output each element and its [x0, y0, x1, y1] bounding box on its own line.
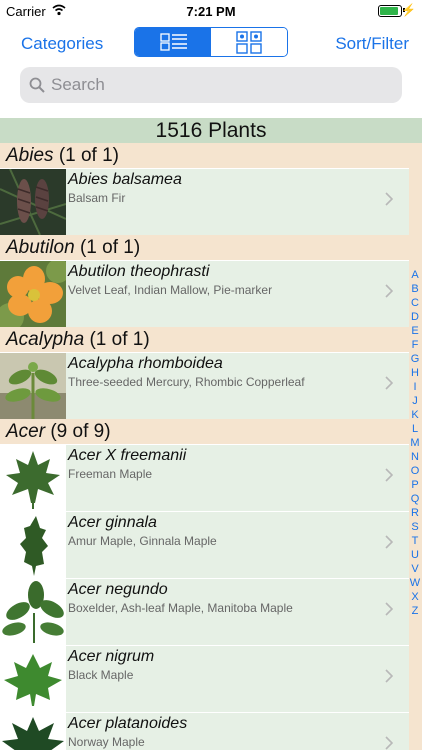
index-letter[interactable]: W — [408, 576, 422, 590]
status-bar: Carrier 7:21 PM ⚡ — [0, 0, 422, 22]
index-letter[interactable]: U — [408, 548, 422, 562]
plant-row[interactable]: Abutilon theophrasti Velvet Leaf, Indian… — [0, 260, 409, 327]
index-letter[interactable]: V — [408, 562, 422, 576]
chevron-right-icon — [385, 669, 393, 683]
search-placeholder: Search — [51, 75, 105, 94]
genus-name: Abutilon — [6, 237, 75, 258]
plant-list[interactable]: 1516 Plants Abies (1 of 1) Abies balsame… — [0, 118, 422, 750]
plant-row[interactable]: Acalypha rhomboidea Three-seeded Mercury… — [0, 352, 409, 419]
charging-icon: ⚡ — [401, 3, 416, 17]
chevron-right-icon — [385, 602, 393, 616]
chevron-right-icon — [385, 376, 393, 390]
grid-view-segment[interactable] — [211, 28, 287, 56]
index-letter[interactable]: I — [408, 380, 422, 394]
categories-button[interactable]: Categories — [21, 34, 103, 54]
scientific-name: Acer X freemanii — [68, 447, 187, 464]
common-name: Black Maple — [68, 668, 134, 682]
search-icon — [29, 77, 45, 93]
plant-row[interactable]: Acer X freemanii Freeman Maple — [0, 444, 409, 511]
section-header-acer: Acer (9 of 9) — [0, 419, 422, 444]
index-letter[interactable]: X — [408, 590, 422, 604]
maple-leaf-thumbnail — [0, 646, 66, 712]
genus-count: (1 of 1) — [58, 145, 120, 166]
genus-name: Acalypha — [6, 329, 85, 350]
index-letter[interactable]: L — [408, 422, 422, 436]
section-header-abutilon: Abutilon (1 of 1) — [0, 235, 422, 260]
index-letter[interactable]: Z — [408, 604, 422, 618]
common-name: Balsam Fir — [68, 191, 126, 205]
scientific-name: Acer negundo — [68, 581, 168, 598]
section-index[interactable]: A B C D E F G H I J K L M N O P Q R S T … — [408, 268, 422, 618]
common-name: Amur Maple, Ginnala Maple — [68, 534, 217, 548]
index-letter[interactable]: Q — [408, 492, 422, 506]
plant-row[interactable]: Abies balsamea Balsam Fir — [0, 168, 409, 235]
section-header-abies: Abies (1 of 1) — [0, 143, 422, 168]
index-letter[interactable]: T — [408, 534, 422, 548]
index-letter[interactable]: O — [408, 464, 422, 478]
index-letter[interactable]: D — [408, 310, 422, 324]
index-letter[interactable]: E — [408, 324, 422, 338]
plant-row[interactable]: Acer negundo Boxelder, Ash-leaf Maple, M… — [0, 578, 409, 645]
flower-photo-thumbnail — [0, 261, 66, 327]
plant-row[interactable]: Acer nigrum Black Maple — [0, 645, 409, 712]
view-mode-segmented-control[interactable] — [134, 27, 288, 57]
scientific-name: Acer platanoides — [68, 715, 188, 732]
common-name: Freeman Maple — [68, 467, 153, 481]
narrow-leaf-thumbnail — [0, 512, 66, 578]
list-view-icon — [160, 33, 187, 51]
index-letter[interactable]: C — [408, 296, 422, 310]
plant-photo-thumbnail — [0, 353, 66, 419]
scientific-name: Acer ginnala — [68, 514, 157, 531]
index-letter[interactable]: H — [408, 366, 422, 380]
chevron-right-icon — [385, 736, 393, 750]
maple-leaf-thumbnail — [0, 445, 66, 511]
index-letter[interactable]: R — [408, 506, 422, 520]
index-letter[interactable]: S — [408, 520, 422, 534]
index-letter[interactable]: F — [408, 338, 422, 352]
genus-name: Acer — [6, 421, 46, 442]
scientific-name: Acalypha rhomboidea — [68, 355, 223, 372]
index-letter[interactable]: A — [408, 268, 422, 282]
plant-count: 1516 Plants — [0, 118, 422, 143]
common-name: Norway Maple — [68, 735, 145, 749]
scientific-name: Abutilon theophrasti — [68, 263, 210, 280]
search-field[interactable]: Search — [20, 67, 402, 103]
index-letter[interactable]: P — [408, 478, 422, 492]
index-letter[interactable]: B — [408, 282, 422, 296]
scientific-name: Abies balsamea — [68, 171, 182, 188]
clock: 7:21 PM — [186, 4, 236, 19]
index-letter[interactable]: K — [408, 408, 422, 422]
genus-count: (1 of 1) — [79, 237, 141, 258]
index-letter[interactable]: J — [408, 394, 422, 408]
sort-filter-button[interactable]: Sort/Filter — [335, 34, 409, 54]
chevron-right-icon — [385, 192, 393, 206]
cones-photo-thumbnail — [0, 169, 66, 235]
common-name: Velvet Leaf, Indian Mallow, Pie-marker — [68, 283, 273, 297]
list-view-segment[interactable] — [135, 28, 211, 56]
chevron-right-icon — [385, 535, 393, 549]
index-letter[interactable]: G — [408, 352, 422, 366]
index-letter[interactable]: M — [408, 436, 422, 450]
scientific-name: Acer nigrum — [68, 648, 155, 665]
grid-view-icon — [236, 31, 262, 54]
genus-name: Abies — [6, 145, 54, 166]
chevron-right-icon — [385, 284, 393, 298]
nav-bar: Categories Sort/Filter — [0, 22, 422, 64]
chevron-right-icon — [385, 468, 393, 482]
maple-leaf-thumbnail — [0, 713, 66, 750]
section-header-acalypha: Acalypha (1 of 1) — [0, 327, 422, 352]
common-name: Boxelder, Ash-leaf Maple, Manitoba Maple — [68, 601, 293, 615]
plant-row[interactable]: Acer ginnala Amur Maple, Ginnala Maple — [0, 511, 409, 578]
index-letter[interactable]: N — [408, 450, 422, 464]
common-name: Three-seeded Mercury, Rhombic Copperleaf — [68, 375, 305, 389]
genus-count: (1 of 1) — [89, 329, 150, 350]
genus-count: (9 of 9) — [50, 421, 111, 442]
battery-icon — [378, 5, 402, 17]
plant-row[interactable]: Acer platanoides Norway Maple — [0, 712, 409, 750]
compound-leaf-thumbnail — [0, 579, 66, 645]
